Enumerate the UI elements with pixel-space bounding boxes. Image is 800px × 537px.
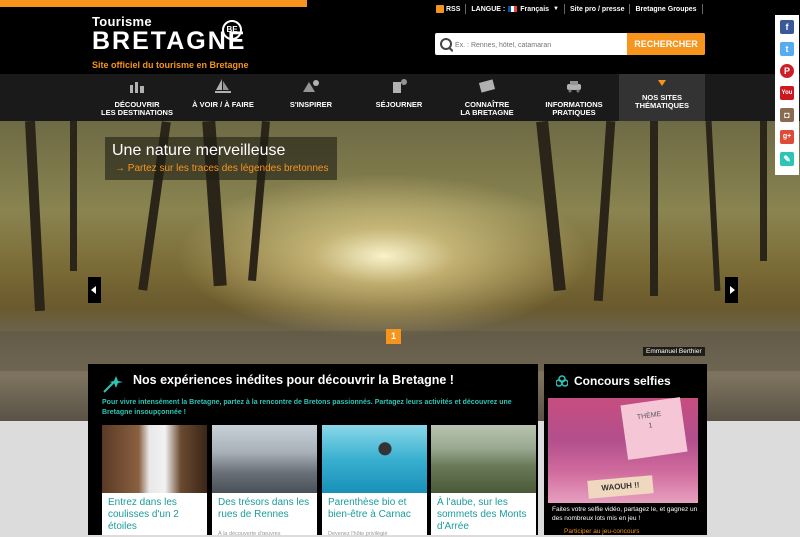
selfie-image[interactable]: THÈME 1 WAOUH !! bbox=[548, 397, 698, 503]
nav-label-2: S'INSPIRER bbox=[289, 100, 333, 109]
experience-card[interactable]: Entrez dans les coulisses d'un 2 étoiles bbox=[102, 425, 207, 535]
nav-sites-thematiques[interactable]: NOS SITES THÉMATIQUES bbox=[619, 74, 705, 121]
experience-card-subtitle: Devenez l'hôte privilégié bbox=[328, 531, 388, 537]
nav-decouvrir[interactable]: DÉCOUVRIR LES DESTINATIONS bbox=[94, 74, 180, 121]
hero-next-button[interactable] bbox=[725, 277, 738, 303]
main-nav: DÉCOUVRIR LES DESTINATIONS À VOIR / À FA… bbox=[0, 74, 800, 121]
nav-informations[interactable]: INFORMATIONS PRATIQUES bbox=[531, 74, 617, 121]
experience-card[interactable]: Des trésors dans les rues de Rennes À la… bbox=[212, 425, 317, 537]
blog-icon[interactable]: ✎ bbox=[780, 152, 794, 166]
experiences-title: Nos expériences inédites pour découvrir … bbox=[133, 373, 454, 387]
sailboat-icon bbox=[215, 79, 231, 93]
header: Tourisme BRETAGNE BE Site officiel du to… bbox=[0, 0, 800, 74]
chevron-left-icon bbox=[91, 286, 96, 294]
hero-prev-button[interactable] bbox=[88, 277, 101, 303]
nav-sejourner[interactable]: SÉJOURNER bbox=[356, 74, 442, 121]
concours-section: Concours selfies THÈME 1 WAOUH !! Faites… bbox=[544, 364, 707, 535]
theme-paper-text: THÈME 1 bbox=[636, 410, 662, 430]
monts-arree-image bbox=[431, 425, 536, 493]
chevron-down-icon[interactable]: ▼ bbox=[553, 6, 559, 12]
chef-image bbox=[102, 425, 207, 493]
youtube-icon[interactable]: You bbox=[780, 86, 794, 100]
sparkle-icon bbox=[103, 376, 123, 393]
rennes-street-image bbox=[212, 425, 317, 493]
landmark-icon bbox=[130, 82, 144, 93]
language-select[interactable]: Français bbox=[520, 6, 549, 13]
tagline: Site officiel du tourisme en Bretagne bbox=[92, 60, 249, 70]
experience-card-subtitle: À la découverte d'œuvres bbox=[218, 531, 281, 537]
googleplus-icon[interactable]: g+ bbox=[780, 130, 794, 144]
dropdown-arrow-icon bbox=[658, 80, 666, 86]
experiences-section: Nos expériences inédites pour découvrir … bbox=[88, 364, 538, 537]
nav-label-2: À VOIR / À FAIRE bbox=[192, 100, 254, 109]
theme-paper: THÈME 1 bbox=[620, 397, 688, 460]
site-logo[interactable]: Tourisme BRETAGNE BE bbox=[92, 14, 246, 56]
rss-icon bbox=[436, 5, 444, 13]
experience-card[interactable]: À l'aube, sur les sommets des Monts d'Ar… bbox=[431, 425, 536, 535]
search-button[interactable]: RECHERCHER bbox=[627, 33, 705, 55]
experience-card-title: À l'aube, sur les sommets des Monts d'Ar… bbox=[437, 497, 527, 532]
flag-fr-icon bbox=[508, 6, 518, 12]
search-icon bbox=[440, 38, 452, 50]
nav-inspirer[interactable]: S'INSPIRER bbox=[268, 74, 354, 121]
header-accent-strip bbox=[0, 0, 307, 7]
pinterest-icon[interactable]: P bbox=[780, 64, 794, 78]
experience-card-title: Des trésors dans les rues de Rennes bbox=[218, 497, 310, 520]
hero-caption[interactable]: Une nature merveilleuse → Partez sur les… bbox=[105, 137, 337, 180]
language-label: LANGUE : bbox=[471, 5, 506, 13]
hero-title: Une nature merveilleuse bbox=[112, 142, 286, 159]
trophy-icon bbox=[556, 375, 568, 387]
rss-link[interactable]: RSS bbox=[446, 6, 460, 13]
instagram-icon[interactable]: ◘ bbox=[780, 108, 794, 122]
search-input[interactable] bbox=[453, 36, 627, 54]
hero-pager[interactable]: 1 bbox=[386, 329, 401, 344]
nav-label-2: LA BRETAGNE bbox=[460, 108, 514, 117]
concours-link[interactable]: Participer au jeu-concours bbox=[564, 528, 640, 535]
nav-label-2: THÉMATIQUES bbox=[634, 101, 690, 110]
logo-badge: BE bbox=[222, 20, 242, 40]
facebook-icon[interactable]: f bbox=[780, 20, 794, 34]
car-icon bbox=[567, 81, 581, 93]
pro-press-link[interactable]: Site pro / presse bbox=[570, 6, 624, 13]
photo-credit: Emmanuel Berthier bbox=[643, 347, 705, 356]
book-icon bbox=[478, 79, 496, 93]
nav-label-2: SÉJOURNER bbox=[375, 100, 423, 109]
twitter-icon[interactable]: t bbox=[780, 42, 794, 56]
waouh-badge: WAOUH !! bbox=[587, 475, 654, 499]
nav-connaitre[interactable]: CONNAÎTRE LA BRETAGNE bbox=[444, 74, 530, 121]
social-sidebar: f t P You ◘ g+ ✎ bbox=[775, 15, 799, 175]
nav-label-2: LES DESTINATIONS bbox=[101, 108, 173, 117]
experience-card-title: Parenthèse bio et bien-être à Carnac bbox=[328, 497, 411, 520]
experiences-intro: Pour vivre intensément la Bretagne, part… bbox=[102, 399, 512, 416]
utility-nav: RSS LANGUE : Français ▼ Site pro / press… bbox=[436, 3, 708, 15]
search-bar: RECHERCHER bbox=[435, 33, 705, 55]
hotel-icon bbox=[393, 79, 407, 93]
nav-a-voir[interactable]: À VOIR / À FAIRE bbox=[180, 74, 266, 121]
experience-card[interactable]: Parenthèse bio et bien-être à Carnac Dev… bbox=[322, 425, 427, 537]
experience-card-title: Entrez dans les coulisses d'un 2 étoiles bbox=[108, 497, 179, 532]
nav-label-2: PRATIQUES bbox=[552, 108, 596, 117]
groups-link[interactable]: Bretagne Groupes bbox=[635, 6, 696, 13]
swimming-pool-image bbox=[322, 425, 427, 493]
map-pin-icon bbox=[303, 80, 319, 92]
concours-title: Concours selfies bbox=[574, 374, 671, 388]
concours-text: Faites votre selfie vidéo, partagez le, … bbox=[552, 506, 698, 522]
hero-subtitle-link[interactable]: → Partez sur les traces des légendes bre… bbox=[115, 163, 328, 174]
chevron-right-icon bbox=[730, 286, 735, 294]
